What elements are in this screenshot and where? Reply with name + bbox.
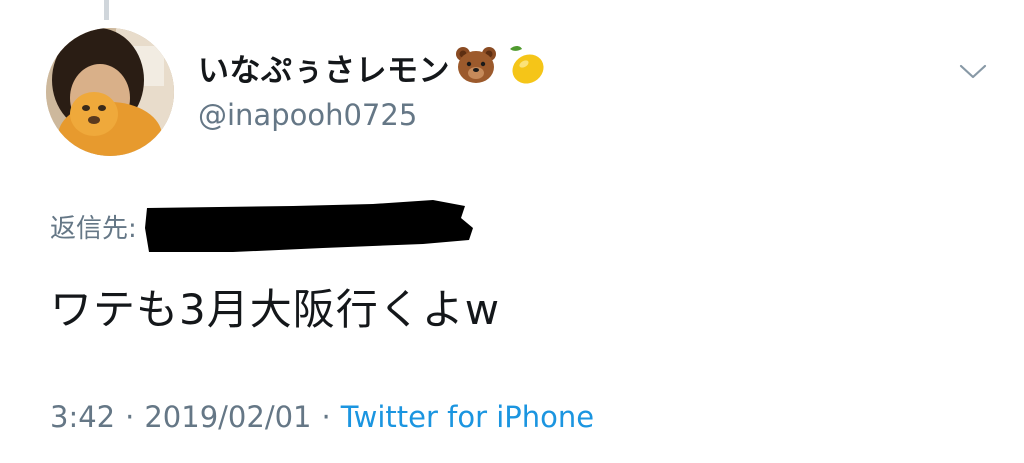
tweet-meta: 3:42 · 2019/02/01 · Twitter for iPhone xyxy=(50,400,594,434)
tweet-date[interactable]: 2019/02/01 xyxy=(144,400,311,434)
tweet-header: いなぷぅさレモン @inapooh0725 xyxy=(198,44,924,132)
avatar[interactable] xyxy=(46,28,174,156)
user-handle[interactable]: @inapooh0725 xyxy=(198,98,924,132)
chevron-down-icon[interactable] xyxy=(958,62,988,82)
display-name[interactable]: いなぷぅさレモン xyxy=(198,45,450,90)
redacted-username xyxy=(144,200,473,252)
reply-to-label: 返信先: xyxy=(50,213,137,244)
meta-separator: · xyxy=(125,400,135,434)
meta-separator: · xyxy=(321,400,331,434)
thread-connector-line xyxy=(104,0,109,20)
tweet-text: ワテも3月大阪行くよw xyxy=(50,285,501,334)
bear-emoji-icon xyxy=(454,45,498,89)
tweet-source-link[interactable]: Twitter for iPhone xyxy=(341,400,594,434)
display-name-row[interactable]: いなぷぅさレモン xyxy=(198,44,924,90)
reply-to-row: 返信先: xyxy=(50,198,473,254)
tweet-time[interactable]: 3:42 xyxy=(50,400,115,434)
avatar-image xyxy=(46,28,174,156)
lemon-emoji-icon xyxy=(502,43,546,91)
